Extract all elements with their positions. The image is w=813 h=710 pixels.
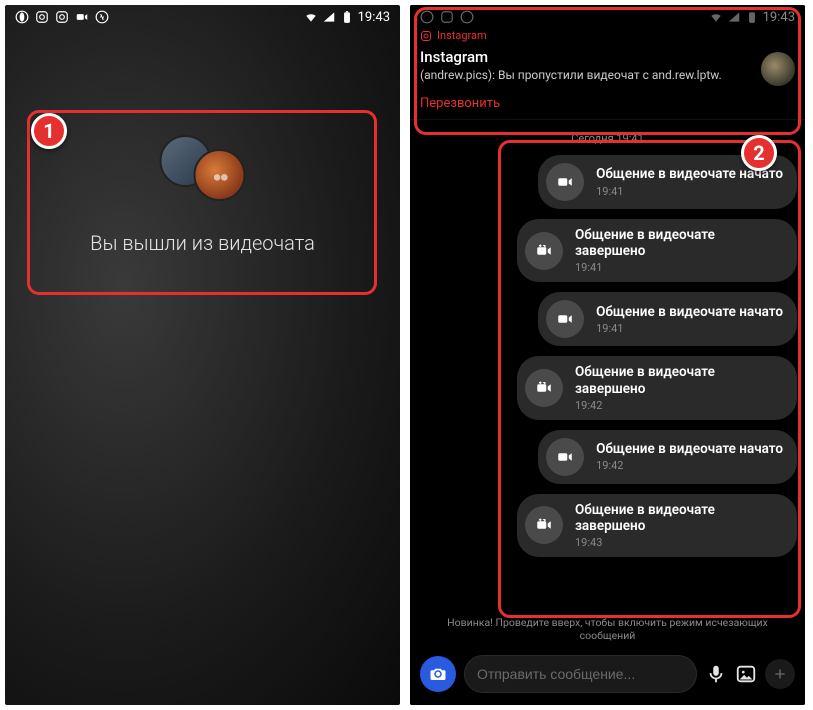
avatar [194,149,246,201]
status-bar: 19:43 [410,5,805,29]
camera-button[interactable] [420,656,456,692]
instagram-icon [440,10,454,24]
shazam-icon [95,10,109,24]
phone-left-screen: 19:43 1 Вы вышли из видеочата [5,5,400,705]
message-bubble[interactable]: Общение в видеочате завершено 19:41 [517,219,797,282]
phone-right-screen: 19:43 Instagram Instagram (andrew.pics):… [410,5,805,705]
more-button[interactable] [765,659,795,689]
step-marker-1: 1 [31,113,67,149]
status-icons-left [15,10,109,24]
wifi-icon [709,10,723,24]
message-title: Общение в видеочате завершено [575,502,783,534]
chat-message-list[interactable]: Сегодня 19:41 Общение в видеочате начато… [410,120,805,612]
video-call-icon [546,438,584,476]
notification-app-row: Instagram [420,29,795,42]
status-bar: 19:43 [5,5,400,29]
video-call-icon [546,163,584,201]
message-title: Общение в видеочате начато [596,441,783,457]
video-call-icon [546,300,584,338]
status-time: 19:43 [358,10,390,25]
mic-button[interactable] [705,663,727,685]
video-call-ended-icon [525,369,563,407]
avatar-stack [5,135,400,201]
notification-app-name: Instagram [437,29,487,42]
instagram-icon [420,30,432,42]
image-icon [735,663,757,685]
video-call-ended-icon [525,506,563,544]
status-icons-right: 19:43 [304,10,390,25]
message-bubble[interactable]: Общение в видеочате завершено 19:43 [517,494,797,557]
message-row[interactable]: Общение в видеочате завершено 19:41 [418,219,797,282]
message-row[interactable]: Общение в видеочате начато19:41 [418,155,797,209]
message-time: 19:43 [575,536,783,549]
battery-icon [745,10,759,24]
status-time: 19:43 [763,10,795,25]
signal-icon [322,10,336,24]
message-title: Общение в видеочате завершено [575,364,783,396]
message-composer [410,647,805,705]
message-row[interactable]: Общение в видеочате завершено 19:42 [418,356,797,419]
message-time: 19:41 [575,261,783,274]
message-time: 19:42 [575,399,783,412]
status-icons-left [420,10,474,24]
mic-icon [705,663,727,685]
instagram-icon [55,10,69,24]
message-bubble[interactable]: Общение в видеочате начато 19:42 [538,430,797,484]
video-icon [75,10,89,24]
message-row[interactable]: Общение в видеочате начато 19:42 [418,430,797,484]
signal-icon [727,10,741,24]
message-input-wrap[interactable] [464,655,697,693]
date-separator: Сегодня 19:41 [418,132,797,145]
call-ended-panel: Вы вышли из видеочата [5,135,400,255]
message-row[interactable]: Общение в видеочате завершено 19:43 [418,494,797,557]
plus-icon [772,666,788,682]
message-row[interactable]: Общение в видеочате начато 19:41 [418,292,797,346]
shazam-icon [460,10,474,24]
message-time: 19:41 [596,185,783,198]
camera-icon [429,665,447,683]
message-title: Общение в видеочате завершено [575,227,783,259]
wifi-icon [304,10,318,24]
battery-icon [340,10,354,24]
message-title: Общение в видеочате начато [596,304,783,320]
disappearing-messages-hint: Новинка! Проведите вверх, чтобы включить… [410,612,805,647]
message-bubble[interactable]: Общение в видеочате завершено 19:42 [517,356,797,419]
opera-icon [15,10,29,24]
instagram-icon [35,10,49,24]
notification-title: Instagram [420,48,751,66]
notification-body: (andrew.pics): Вы пропустили видеочат с … [420,68,751,82]
message-bubble[interactable]: Общение в видеочате начато 19:41 [538,292,797,346]
video-call-ended-icon [525,232,563,270]
gallery-button[interactable] [735,663,757,685]
step-marker-2: 2 [741,135,777,171]
notification-action-callback[interactable]: Перезвонить [420,96,795,111]
call-ended-message: Вы вышли из видеочата [5,231,400,255]
opera-icon [420,10,434,24]
message-time: 19:41 [596,322,783,335]
message-input[interactable] [477,666,684,682]
status-icons-right: 19:43 [709,10,795,25]
message-time: 19:42 [596,459,783,472]
notification-avatar [761,52,795,86]
